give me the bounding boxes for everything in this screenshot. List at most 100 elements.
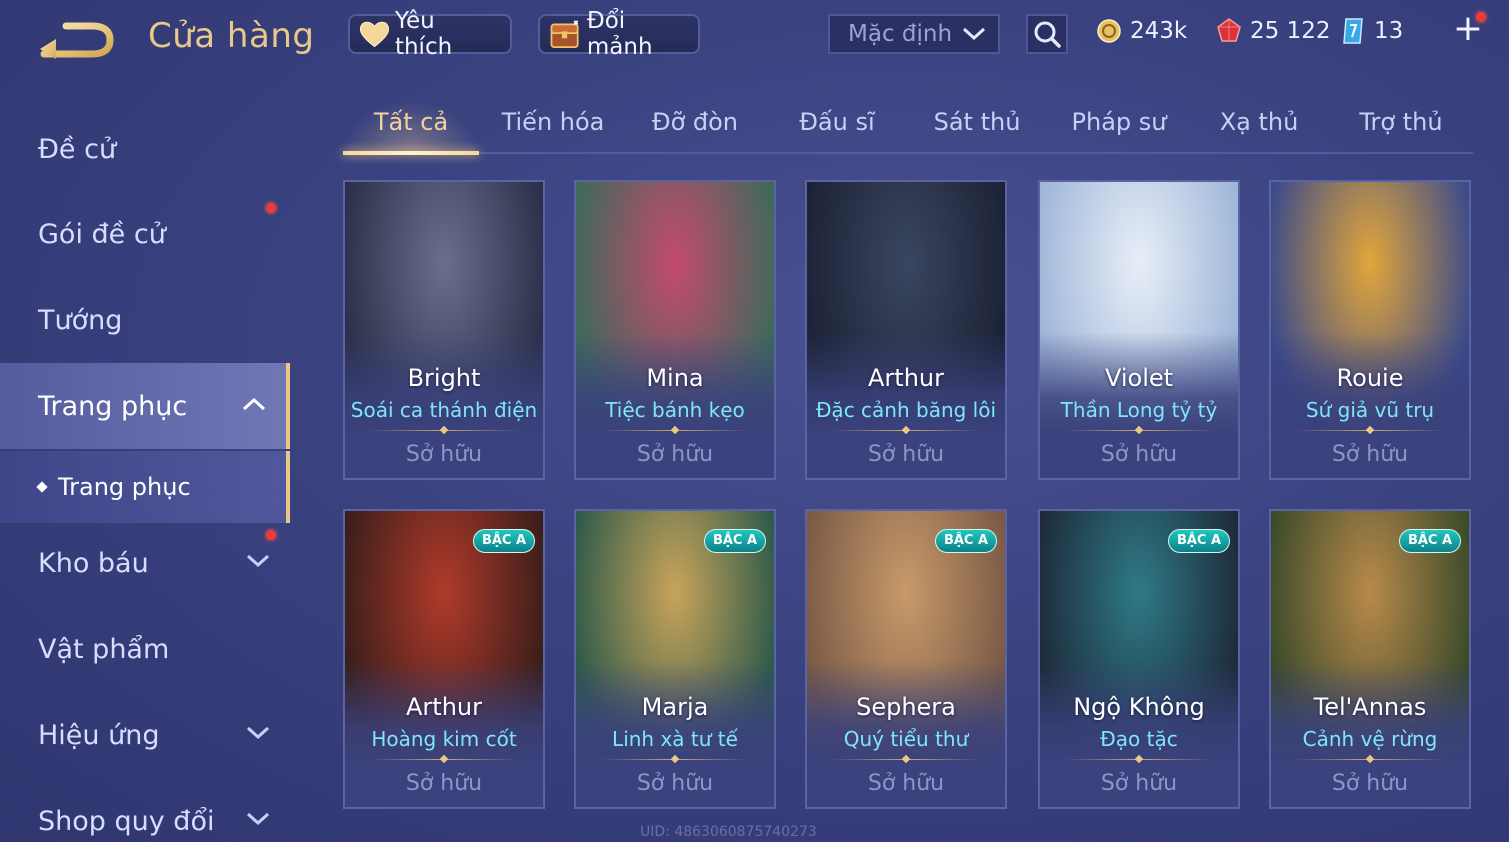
- hero-name: Mina: [646, 364, 704, 392]
- sidebar-item-effects[interactable]: Hiệu ứng: [0, 692, 290, 778]
- search-button[interactable]: [1026, 14, 1068, 54]
- sort-selected-value: Mặc định: [848, 21, 953, 47]
- hero-name: Arthur: [406, 693, 482, 721]
- owned-status: Sở hữu: [636, 442, 714, 467]
- tab-mage[interactable]: Pháp sư: [1051, 108, 1187, 136]
- skin-card[interactable]: BẬC A Marja Linh xà tư tế Sở hữu: [574, 509, 776, 809]
- hero-name: Ngộ Không: [1073, 693, 1205, 721]
- skin-card[interactable]: BẬC A Arthur Hoàng kim cốt Sở hữu: [343, 509, 545, 809]
- uid-watermark: UID: 4863060875740273: [640, 824, 817, 840]
- skin-grid: Bright Soái ca thánh điện Sở hữu Mina Ti…: [343, 180, 1473, 842]
- owned-status: Sở hữu: [867, 442, 945, 467]
- coin-balance: 243k: [1096, 14, 1187, 48]
- sidebar-item-heroes[interactable]: Tướng: [0, 277, 290, 363]
- shard-exchange-button[interactable]: Đổi mảnh: [538, 8, 700, 60]
- chevron-down-icon: [246, 726, 270, 740]
- skin-name: Soái ca thánh điện: [350, 398, 538, 422]
- rank-badge: BẬC A: [935, 529, 997, 553]
- notification-dot: [266, 530, 276, 540]
- sidebar-item-label: Tướng: [38, 304, 123, 336]
- rank-badge: BẬC A: [1168, 529, 1230, 553]
- sidebar-item-items[interactable]: Vật phẩm: [0, 606, 290, 692]
- skin-card[interactable]: Arthur Đặc cảnh băng lôi Sở hữu: [805, 180, 1007, 480]
- sidebar-item-label: Trang phục: [38, 390, 188, 422]
- chevron-up-icon: [242, 397, 266, 411]
- skin-card[interactable]: Mina Tiệc bánh kẹo Sở hữu: [574, 180, 776, 480]
- top-bar: Cửa hàng Yêu thích Đổi mảnh Mặc định 243…: [0, 0, 1509, 70]
- tab-marksman[interactable]: Xạ thủ: [1191, 108, 1327, 136]
- rank-badge: BẬC A: [473, 529, 535, 553]
- skin-name: Đạo tặc: [1100, 727, 1178, 751]
- back-arrow-icon: [40, 22, 114, 59]
- favorites-button[interactable]: Yêu thích: [348, 8, 512, 60]
- sidebar-item-label: Shop quy đổi: [38, 805, 215, 837]
- red-gem-icon: [1217, 18, 1241, 42]
- hero-name: Violet: [1104, 364, 1174, 392]
- skin-name: Đặc cảnh băng lôi: [815, 398, 997, 422]
- skin-name: Sứ giả vũ trụ: [1305, 398, 1435, 422]
- active-tab-indicator: [343, 151, 479, 155]
- hero-name: Sephera: [856, 693, 956, 721]
- chevron-down-icon: [962, 27, 986, 41]
- sidebar-item-treasure[interactable]: Kho báu: [0, 520, 290, 606]
- gem-balance: 25 122: [1216, 14, 1330, 48]
- heart-icon: [359, 21, 390, 48]
- rank-badge: BẬC A: [704, 529, 766, 553]
- owned-status: Sở hữu: [1100, 442, 1178, 467]
- sidebar-item-exchange-shop[interactable]: Shop quy đổi: [0, 778, 290, 842]
- skin-name: Thần Long tỷ tỷ: [1060, 398, 1218, 422]
- tab-support[interactable]: Trợ thủ: [1333, 108, 1469, 136]
- notification-dot: [266, 203, 276, 213]
- hero-name: Marja: [641, 693, 709, 721]
- skin-name: Quý tiểu thư: [843, 727, 969, 751]
- chevron-down-icon: [246, 554, 270, 568]
- category-sidebar: Đề cử Gói đề cử Tướng Trang phục Trang p…: [0, 100, 290, 842]
- skin-card[interactable]: Bright Soái ca thánh điện Sở hữu: [343, 180, 545, 480]
- sidebar-item-label: Hiệu ứng: [38, 719, 160, 751]
- sidebar-item-label: Gói đề cử: [38, 218, 166, 250]
- owned-status: Sở hữu: [636, 771, 714, 796]
- rank-badge: BẬC A: [1399, 529, 1461, 553]
- skin-card[interactable]: BẬC A Ngộ Không Đạo tặc Sở hữu: [1038, 509, 1240, 809]
- hero-name: Arthur: [868, 364, 944, 392]
- skin-card[interactable]: Rouie Sứ giả vũ trụ Sở hữu: [1269, 180, 1471, 480]
- gold-coin-icon: [1097, 19, 1121, 43]
- gem-amount: 25 122: [1250, 18, 1331, 44]
- skin-card[interactable]: Violet Thần Long tỷ tỷ Sở hữu: [1038, 180, 1240, 480]
- sidebar-item-skins[interactable]: Trang phục: [0, 363, 290, 449]
- skin-name: Tiệc bánh kẹo: [605, 398, 745, 422]
- ticket-amount: 13: [1374, 18, 1404, 44]
- owned-status: Sở hữu: [405, 771, 483, 796]
- search-icon: [1034, 21, 1061, 48]
- skin-card[interactable]: BẬC A Tel'Annas Cảnh vệ rừng Sở hữu: [1269, 509, 1471, 809]
- sidebar-item-featured[interactable]: Đề cử: [0, 106, 290, 192]
- crystal-ticket-icon: [1343, 18, 1363, 44]
- role-tabs: Tất cả Tiến hóa Đỡ đòn Đấu sĩ Sát thủ Ph…: [343, 100, 1473, 155]
- owned-status: Sở hữu: [405, 442, 483, 467]
- owned-status: Sở hữu: [1100, 771, 1178, 796]
- tab-tank[interactable]: Đỡ đòn: [627, 108, 763, 136]
- sidebar-item-label: Kho báu: [38, 547, 149, 579]
- tab-warrior[interactable]: Đấu sĩ: [769, 108, 905, 136]
- bullet-icon: [36, 481, 48, 493]
- favorites-label: Yêu thích: [394, 8, 453, 60]
- hero-name: Tel'Annas: [1313, 693, 1427, 721]
- owned-status: Sở hữu: [867, 771, 945, 796]
- skin-name: Cảnh vệ rừng: [1302, 727, 1438, 751]
- sort-dropdown[interactable]: Mặc định: [828, 14, 1000, 54]
- sidebar-subitem-skins[interactable]: Trang phục: [0, 451, 290, 523]
- sidebar-item-label: Vật phẩm: [38, 633, 170, 665]
- tab-all[interactable]: Tất cả: [343, 108, 479, 136]
- chevron-down-icon: [246, 812, 270, 826]
- skin-card[interactable]: BẬC A Sephera Quý tiểu thư Sở hữu: [805, 509, 1007, 809]
- owned-status: Sở hữu: [1331, 442, 1409, 467]
- back-button[interactable]: [38, 18, 116, 60]
- page-title: Cửa hàng: [148, 16, 315, 56]
- sidebar-item-bundles[interactable]: Gói đề cử: [0, 191, 290, 277]
- sidebar-item-label: Đề cử: [38, 133, 117, 165]
- owned-status: Sở hữu: [1331, 771, 1409, 796]
- tab-evolution[interactable]: Tiến hóa: [485, 108, 621, 136]
- tab-assassin[interactable]: Sát thủ: [909, 108, 1045, 136]
- shard-exchange-label: Đổi mảnh: [586, 8, 653, 60]
- skin-name: Linh xà tư tế: [612, 727, 738, 751]
